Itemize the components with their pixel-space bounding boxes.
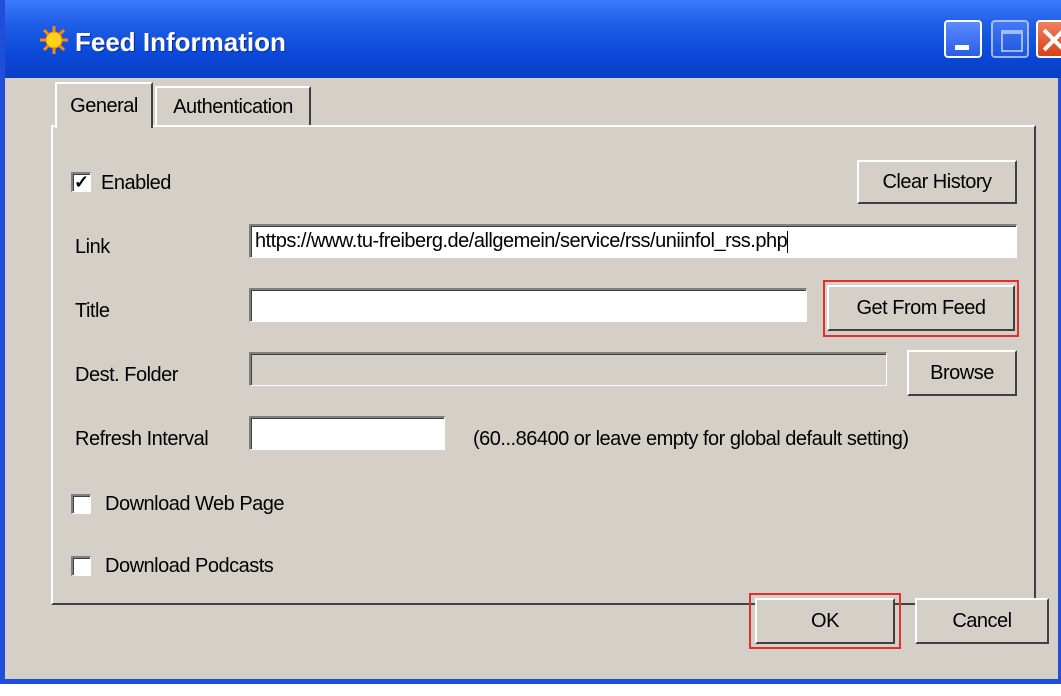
- download-web-page-checkbox[interactable]: [71, 494, 91, 514]
- link-input-value: https://www.tu-freiberg.de/allgemein/ser…: [255, 230, 788, 252]
- sun-icon: [40, 26, 68, 54]
- close-button[interactable]: [1036, 20, 1061, 58]
- window-title: Feed Information: [75, 27, 286, 57]
- minimize-button[interactable]: [944, 20, 982, 58]
- get-from-feed-highlight: [823, 280, 1019, 337]
- dest-folder-label: Dest. Folder: [75, 364, 178, 386]
- refresh-interval-hint: (60...86400 or leave empty for global de…: [473, 428, 909, 450]
- tab-authentication[interactable]: Authentication: [155, 86, 311, 126]
- refresh-interval-input[interactable]: [249, 416, 445, 450]
- title-bar[interactable]: Feed Information: [5, 0, 1061, 78]
- title-input[interactable]: [249, 288, 807, 322]
- dest-folder-input[interactable]: [249, 352, 887, 386]
- link-label: Link: [75, 236, 110, 258]
- download-podcasts-checkbox[interactable]: [71, 556, 91, 576]
- download-podcasts-label: Download Podcasts: [105, 555, 274, 577]
- tab-general-label: General: [70, 94, 138, 117]
- tab-general[interactable]: General: [55, 82, 153, 128]
- clear-history-button[interactable]: Clear History: [857, 160, 1017, 204]
- download-web-page-label: Download Web Page: [105, 493, 285, 515]
- feed-information-dialog: Feed Information General Authentication …: [0, 0, 1061, 684]
- enabled-checkbox[interactable]: ✓: [71, 172, 91, 192]
- cancel-button[interactable]: Cancel: [915, 598, 1049, 644]
- refresh-interval-label: Refresh Interval: [75, 428, 209, 450]
- tab-authentication-label: Authentication: [173, 95, 293, 118]
- link-input[interactable]: https://www.tu-freiberg.de/allgemein/ser…: [249, 224, 1017, 258]
- maximize-button[interactable]: [991, 20, 1029, 58]
- ok-highlight: [749, 593, 901, 649]
- text-caret: [787, 230, 789, 253]
- enabled-label: Enabled: [101, 172, 171, 194]
- title-label: Title: [75, 300, 110, 322]
- browse-button[interactable]: Browse: [907, 350, 1017, 396]
